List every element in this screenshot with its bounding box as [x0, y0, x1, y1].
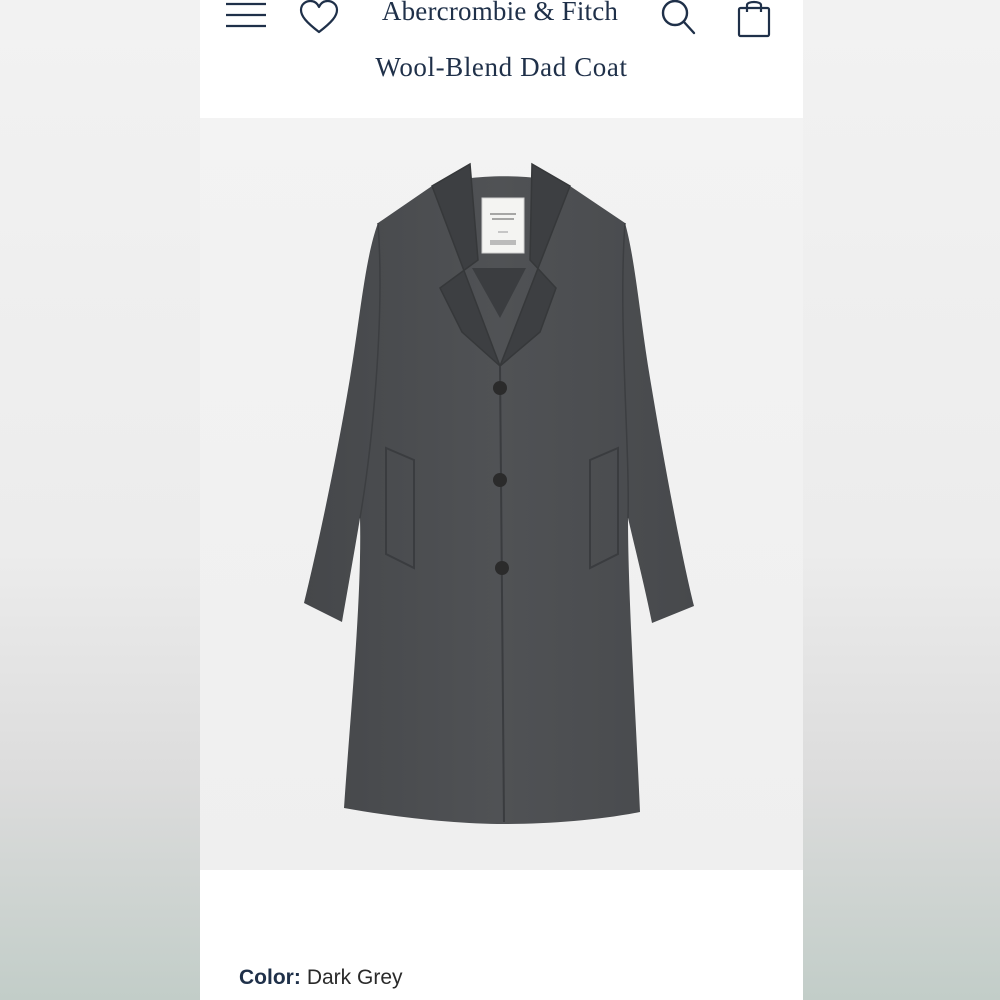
search-icon[interactable]	[658, 0, 698, 36]
bag-icon[interactable]	[736, 0, 772, 38]
brand-logo[interactable]: Abercrombie & Fitch	[370, 0, 630, 27]
product-image[interactable]	[200, 118, 803, 870]
top-navigation-bar: Abercrombie & Fitch	[200, 0, 803, 40]
menu-icon[interactable]	[224, 0, 268, 32]
color-value: Dark Grey	[306, 966, 403, 989]
background-blur-left	[0, 0, 200, 1000]
color-label: Color:	[239, 966, 301, 989]
heart-icon[interactable]	[298, 0, 340, 36]
product-page: Abercrombie & Fitch Wool-Blend Dad Coat	[200, 0, 803, 1000]
color-selection: Color: Dark Grey	[239, 966, 403, 990]
coat-illustration	[304, 162, 694, 824]
background-blur-right	[800, 0, 1000, 1000]
product-title: Wool-Blend Dad Coat	[375, 52, 628, 82]
